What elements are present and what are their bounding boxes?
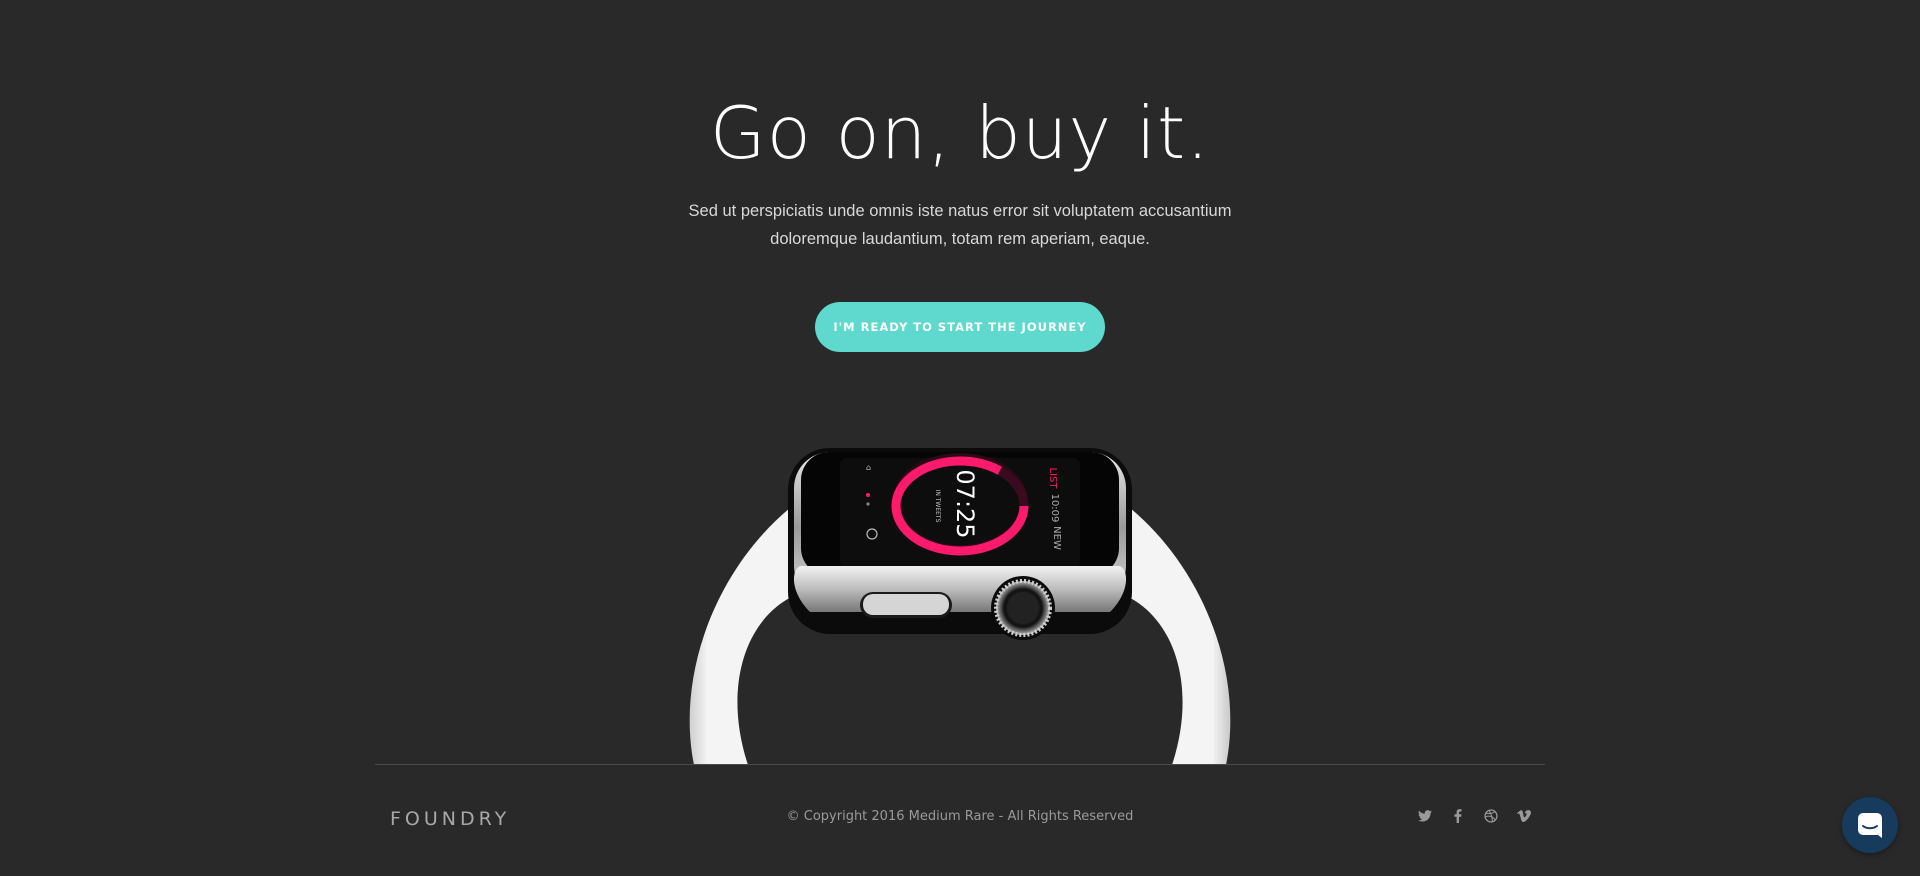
watch-list-label: LIST — [1047, 468, 1058, 490]
hero-lead-line-2: doloremque laudantium, totam rem aperiam… — [770, 230, 1150, 248]
hero-lead-line-1: Sed ut perspiciatis unde omnis iste natu… — [688, 202, 1232, 220]
chat-launcher-button[interactable] — [1842, 797, 1898, 853]
vimeo-icon[interactable] — [1514, 806, 1533, 826]
dribbble-icon[interactable] — [1481, 806, 1500, 826]
svg-text:⌂: ⌂ — [866, 463, 871, 472]
chat-icon — [1858, 813, 1882, 838]
footer-divider — [375, 764, 1545, 765]
page: Go on, buy it. Sed ut perspiciatis unde … — [0, 0, 1920, 876]
watch-sub-label: IN TWEETS — [934, 490, 941, 523]
copyright-text: © Copyright 2016 Medium Rare - All Right… — [786, 809, 1134, 824]
twitter-icon[interactable] — [1415, 806, 1434, 826]
watch-time: 07:25 — [951, 469, 979, 538]
social-links — [1415, 806, 1533, 826]
start-journey-button[interactable]: I'M READY TO START THE JOURNEY — [815, 302, 1105, 352]
hero-title: Go on, buy it. — [709, 91, 1211, 175]
watch-date-label: 10:09 — [1049, 494, 1060, 523]
facebook-icon[interactable] — [1448, 806, 1467, 826]
hero-lead: Sed ut perspiciatis unde omnis iste natu… — [660, 197, 1260, 253]
watch-new-label: NEW — [1051, 526, 1062, 550]
footer-logo[interactable]: FOUNDRY — [390, 808, 510, 830]
apple-watch-image: 07:25 IN TWEETS LIST 10:09 NEW ⌂ — [680, 440, 1240, 765]
